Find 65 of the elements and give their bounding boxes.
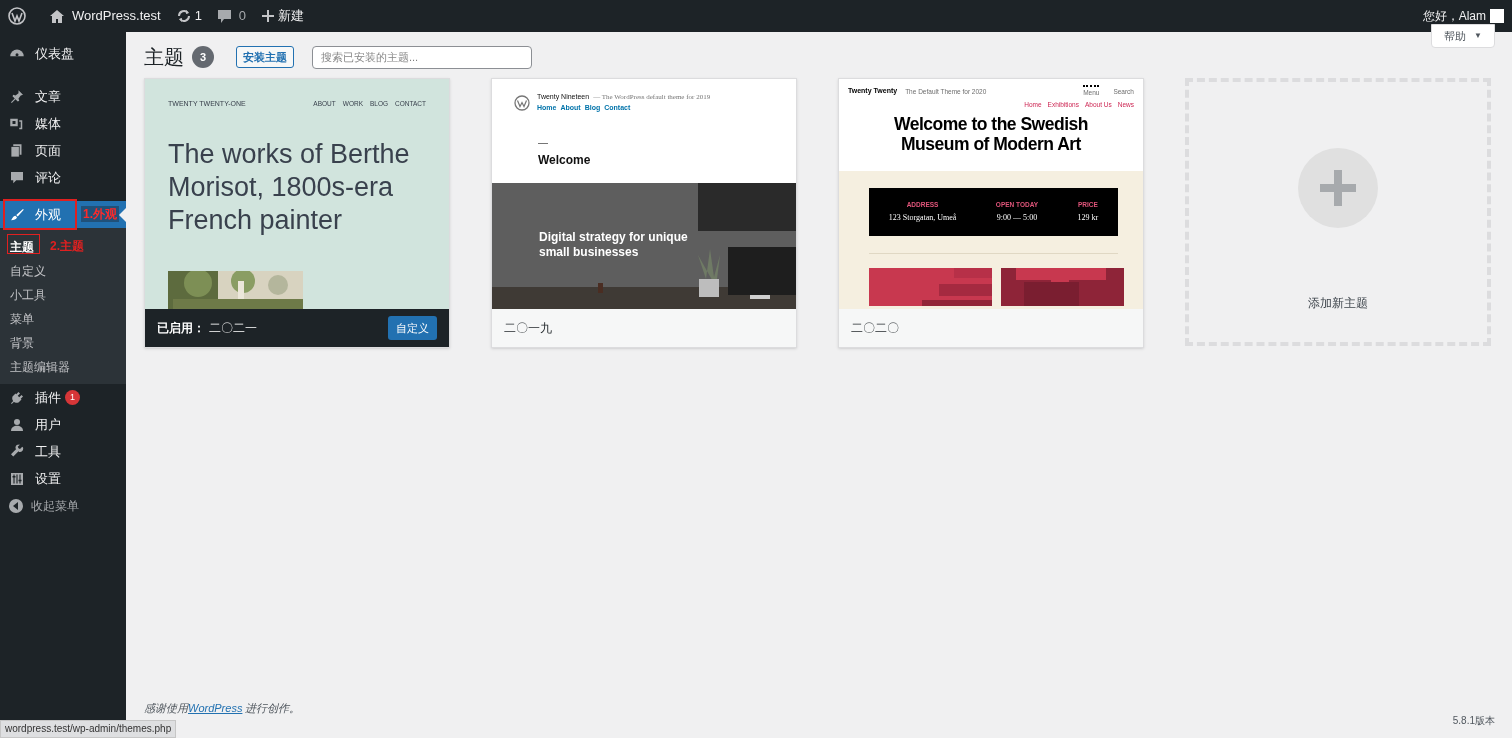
search-field[interactable]: 搜索已安装的主题... xyxy=(312,45,532,69)
sidebar-item[interactable]: 评论 xyxy=(0,164,126,191)
plug-icon xyxy=(9,390,25,405)
customize-button[interactable]: 自定义 xyxy=(388,316,437,340)
sidebar-item[interactable]: 页面 xyxy=(0,137,126,164)
wordpress-link[interactable]: WordPress xyxy=(188,701,243,714)
notification-badge: 1 xyxy=(65,390,80,405)
footer-text: 感谢使用WordPress 进行创作。 xyxy=(144,700,301,716)
submenu-item[interactable]: 菜单 xyxy=(0,308,34,330)
plus-icon xyxy=(1298,148,1378,228)
page-heading: Welcome xyxy=(538,152,591,169)
add-theme-card[interactable]: 添加新主题 xyxy=(1185,78,1491,346)
info-value: 9:00 — 5:00 xyxy=(996,212,1038,225)
sidebar-item[interactable]: 插件 1 xyxy=(0,384,126,411)
media-icon xyxy=(9,116,25,131)
sidebar-item[interactable]: 设置 xyxy=(0,465,126,492)
wordpress-logo-icon xyxy=(514,95,530,111)
count-badge: 3 xyxy=(192,46,214,68)
refresh-icon xyxy=(176,9,191,23)
theme-name: 二〇二〇 xyxy=(851,320,899,337)
comment-icon xyxy=(9,170,25,185)
submenu-item[interactable]: 主题 xyxy=(0,236,34,258)
comment-icon xyxy=(217,9,231,23)
annotation-label: 2.主题 xyxy=(50,238,84,255)
submenu-item[interactable]: 小工具 xyxy=(0,284,46,306)
sidebar-item[interactable]: 工具 xyxy=(0,438,126,465)
sidebar-item[interactable]: 文章 xyxy=(0,83,126,110)
submenu-item[interactable]: 主题编辑器 xyxy=(0,356,70,378)
status-url-tooltip: wordpress.test/wp-admin/themes.php xyxy=(0,720,177,738)
info-value: 129 kr xyxy=(1077,212,1099,225)
sidebar-item[interactable]: 媒体 xyxy=(0,110,126,137)
info-value: 123 Storgatan, Umeå xyxy=(888,212,957,225)
update-count[interactable]: 1 xyxy=(194,6,202,26)
pin-icon xyxy=(9,89,25,104)
theme-name: 二〇二一 xyxy=(209,320,257,337)
user-icon xyxy=(9,417,25,432)
plus-icon xyxy=(262,10,275,22)
new-menu[interactable]: 新建 xyxy=(278,6,305,26)
brush-icon xyxy=(9,207,25,222)
version-text: 5.8.1版本 xyxy=(1452,714,1495,728)
sidebar-item[interactable]: 用户 xyxy=(0,411,126,438)
submenu-item[interactable]: 背景 xyxy=(0,332,34,354)
wordpress-logo-icon[interactable] xyxy=(8,7,26,25)
page-title: 主题 xyxy=(144,45,184,70)
annotation-box xyxy=(7,234,40,254)
comment-count[interactable]: 0 xyxy=(238,6,247,26)
active-label: 已启用： xyxy=(157,320,205,337)
greeting[interactable]: 您好，Alam xyxy=(1422,7,1486,25)
hero-heading: The works of Berthe Morisot, 1800s-era French painter xyxy=(168,137,411,237)
site-link[interactable]: WordPress.test xyxy=(72,6,161,26)
settings-icon xyxy=(9,471,25,486)
help-button[interactable]: 帮助 ▼ xyxy=(1431,24,1495,48)
pages-icon xyxy=(9,143,25,158)
submenu-item[interactable]: 自定义 xyxy=(0,260,46,282)
install-theme-button[interactable]: 安装主题 xyxy=(236,46,294,68)
hero-heading: Welcome to the Swedish Museum of Modern Art xyxy=(893,113,1089,154)
hero-text: Digital strategy for unique small businesses xyxy=(539,230,689,260)
add-theme-label: 添加新主题 xyxy=(1308,295,1368,312)
wrench-icon xyxy=(9,444,25,459)
home-icon xyxy=(50,9,64,23)
short-rule xyxy=(538,143,548,144)
collapse-menu-button[interactable]: 收起菜单 xyxy=(0,492,126,519)
annotation-label: 1.外观 xyxy=(81,206,119,222)
sidebar-item[interactable]: 仪表盘 xyxy=(0,40,126,67)
theme-name: 二〇一九 xyxy=(504,320,552,337)
